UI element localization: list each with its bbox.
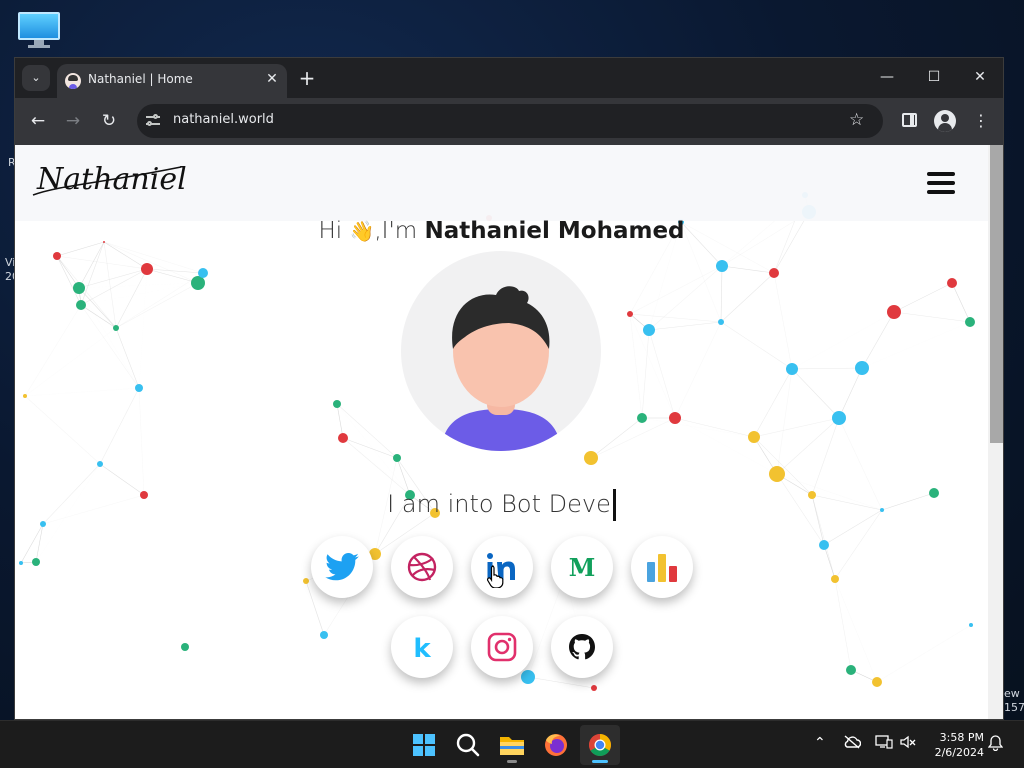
chrome-icon — [589, 734, 611, 756]
typing-caret — [612, 489, 616, 521]
firefox-icon — [545, 734, 567, 756]
volume-muted-icon[interactable] — [900, 735, 916, 753]
svg-text:k: k — [413, 634, 431, 662]
maximize-button[interactable]: ☐ — [911, 63, 957, 91]
page-scrollbar[interactable] — [988, 145, 1003, 719]
page-viewport: Nathaniel Hi 👋,I'm Nathaniel Mohamed I a… — [15, 145, 988, 719]
site-logo[interactable]: Nathaniel — [31, 155, 191, 205]
wave-emoji-icon: 👋 — [349, 219, 375, 243]
site-info-icon[interactable] — [146, 114, 160, 128]
chrome-button[interactable] — [580, 725, 620, 765]
dribbble-link[interactable] — [391, 536, 453, 598]
side-panel-icon[interactable] — [902, 113, 917, 127]
hamburger-menu-icon[interactable] — [927, 172, 955, 194]
github-octocat-icon — [569, 634, 595, 660]
greeting-name: Nathaniel Mohamed — [424, 218, 685, 244]
desktop-peek-text: 157 — [1004, 701, 1024, 714]
forward-button[interactable]: → — [61, 109, 85, 133]
menu-kebab-icon[interactable]: ⋮ — [970, 110, 992, 132]
new-tab-button[interactable]: + — [296, 67, 318, 89]
start-button[interactable] — [404, 725, 444, 765]
stats-link[interactable] — [631, 536, 693, 598]
close-window-button[interactable]: ✕ — [957, 63, 1003, 91]
tab-home[interactable]: Nathaniel | Home ✕ — [57, 64, 287, 98]
kaggle-link[interactable]: k — [391, 616, 453, 678]
back-button[interactable]: ← — [26, 109, 50, 133]
github-link[interactable] — [551, 616, 613, 678]
typed-text: I am into Bot Deve — [387, 490, 611, 518]
notification-bell-icon[interactable] — [987, 735, 1004, 755]
medium-icon: M — [569, 553, 596, 582]
browser-toolbar: ← → ↻ nathaniel.world ☆ ⋮ — [15, 98, 1003, 145]
dribbble-icon — [407, 552, 437, 582]
this-pc-desktop-icon[interactable] — [18, 12, 60, 48]
profile-avatar-icon[interactable] — [934, 110, 956, 132]
instagram-link[interactable] — [471, 616, 533, 678]
profile-avatar — [401, 251, 601, 451]
bar-chart-icon — [647, 554, 677, 582]
address-bar[interactable]: nathaniel.world ☆ — [137, 104, 883, 138]
cloud-offline-icon[interactable] — [843, 735, 862, 753]
tab-strip: ⌄ Nathaniel | Home ✕ + — ☐ ✕ — [15, 58, 1003, 98]
svg-text:M: M — [569, 553, 596, 582]
scrollbar-thumb[interactable] — [990, 145, 1003, 443]
twitter-link[interactable] — [311, 536, 373, 598]
greeting-hi: Hi — [318, 218, 343, 244]
site-header: Nathaniel — [15, 145, 988, 221]
file-explorer-button[interactable] — [492, 725, 532, 765]
windows-logo-icon — [413, 734, 435, 756]
show-hidden-icons-chevron-icon[interactable]: ⌃ — [814, 735, 826, 751]
twitter-icon — [325, 553, 359, 581]
minimize-button[interactable]: — — [864, 63, 910, 91]
tab-search-button[interactable]: ⌄ — [22, 65, 50, 91]
greeting-im: ,I'm — [374, 218, 418, 244]
instagram-icon — [487, 632, 517, 662]
search-button[interactable] — [448, 725, 488, 765]
browser-window: ⌄ Nathaniel | Home ✕ + — ☐ ✕ ← → ↻ natha… — [14, 57, 1004, 720]
folder-icon — [500, 737, 524, 755]
kaggle-icon: k — [413, 634, 431, 662]
network-icon[interactable] — [875, 735, 893, 753]
greeting-heading: Hi 👋,I'm Nathaniel Mohamed — [15, 218, 988, 244]
close-tab-icon[interactable]: ✕ — [263, 70, 281, 88]
reload-button[interactable]: ↻ — [97, 109, 121, 133]
firefox-button[interactable] — [536, 725, 576, 765]
clock[interactable]: 3:58 PM 2/6/2024 — [924, 730, 984, 760]
bookmark-star-icon[interactable]: ☆ — [849, 110, 864, 130]
medium-link[interactable]: M — [551, 536, 613, 598]
avatar-favicon-icon — [65, 73, 81, 89]
search-icon — [456, 733, 480, 757]
tab-title: Nathaniel | Home — [88, 72, 193, 86]
url-text[interactable]: nathaniel.world — [173, 112, 274, 127]
desktop-peek-text: ew — [1004, 687, 1020, 700]
typed-tagline: I am into Bot Deve — [15, 489, 988, 521]
clock-time: 3:58 PM — [939, 731, 984, 744]
hand-pointer-cursor-icon — [486, 564, 506, 592]
taskbar: ⌃ 3:58 PM 2/6/2024 — [0, 720, 1024, 768]
clock-date: 2/6/2024 — [934, 746, 984, 759]
